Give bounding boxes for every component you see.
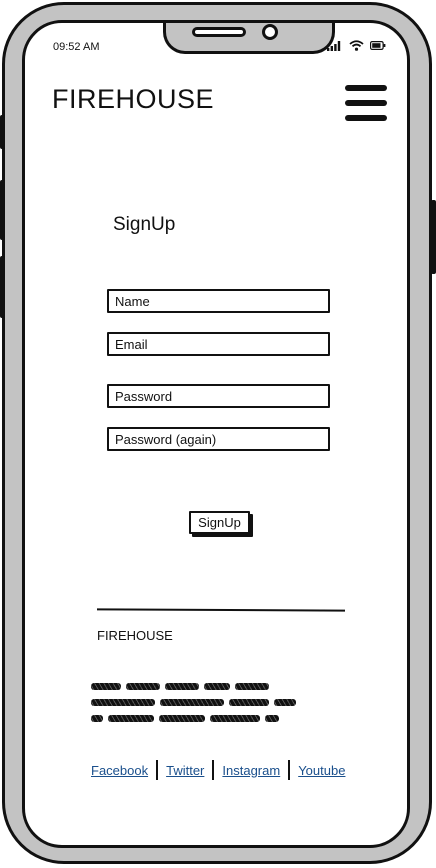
footer-text-line-1	[91, 683, 269, 690]
menu-bar-bottom	[345, 115, 387, 121]
brand-logo[interactable]: FIREHOUSE	[52, 84, 214, 115]
hamburger-menu-icon[interactable]	[345, 85, 389, 123]
phone-notch	[163, 23, 335, 54]
link-separator	[288, 760, 291, 780]
signup-title: SignUp	[113, 214, 176, 235]
youtube-link[interactable]: Youtube	[298, 763, 345, 778]
instagram-link[interactable]: Instagram	[222, 763, 280, 778]
footer-text-line-2	[91, 699, 296, 706]
status-time: 09:52 AM	[53, 41, 100, 53]
signal-icon	[327, 41, 341, 51]
email-input[interactable]	[107, 332, 330, 356]
menu-bar-middle	[345, 100, 387, 106]
social-links: Facebook Twitter Instagram Youtube	[91, 760, 355, 780]
phone-side-button-mute	[0, 115, 5, 149]
phone-side-button-volume-up	[0, 180, 5, 240]
footer-divider	[96, 608, 346, 612]
facebook-link[interactable]: Facebook	[91, 763, 148, 778]
status-icons	[327, 40, 386, 51]
twitter-link[interactable]: Twitter	[166, 763, 204, 778]
speaker-icon	[192, 27, 246, 37]
name-input[interactable]	[107, 289, 330, 313]
menu-bar-top	[345, 85, 387, 91]
signup-button[interactable]: SignUp	[189, 511, 250, 534]
phone-screen: 09:52 AM FIREHOUSE SignUp SignUp FIREHOU…	[22, 20, 410, 848]
phone-side-button-volume-down	[0, 256, 5, 318]
password-again-input[interactable]	[107, 427, 330, 451]
link-separator	[212, 760, 215, 780]
wifi-icon	[349, 40, 364, 51]
footer-text-line-3	[91, 715, 279, 722]
link-separator	[156, 760, 159, 780]
camera-icon	[262, 24, 278, 40]
password-input[interactable]	[107, 384, 330, 408]
footer-brand: FIREHOUSE	[97, 628, 173, 643]
phone-side-button-power	[431, 200, 436, 274]
battery-icon	[370, 41, 386, 50]
